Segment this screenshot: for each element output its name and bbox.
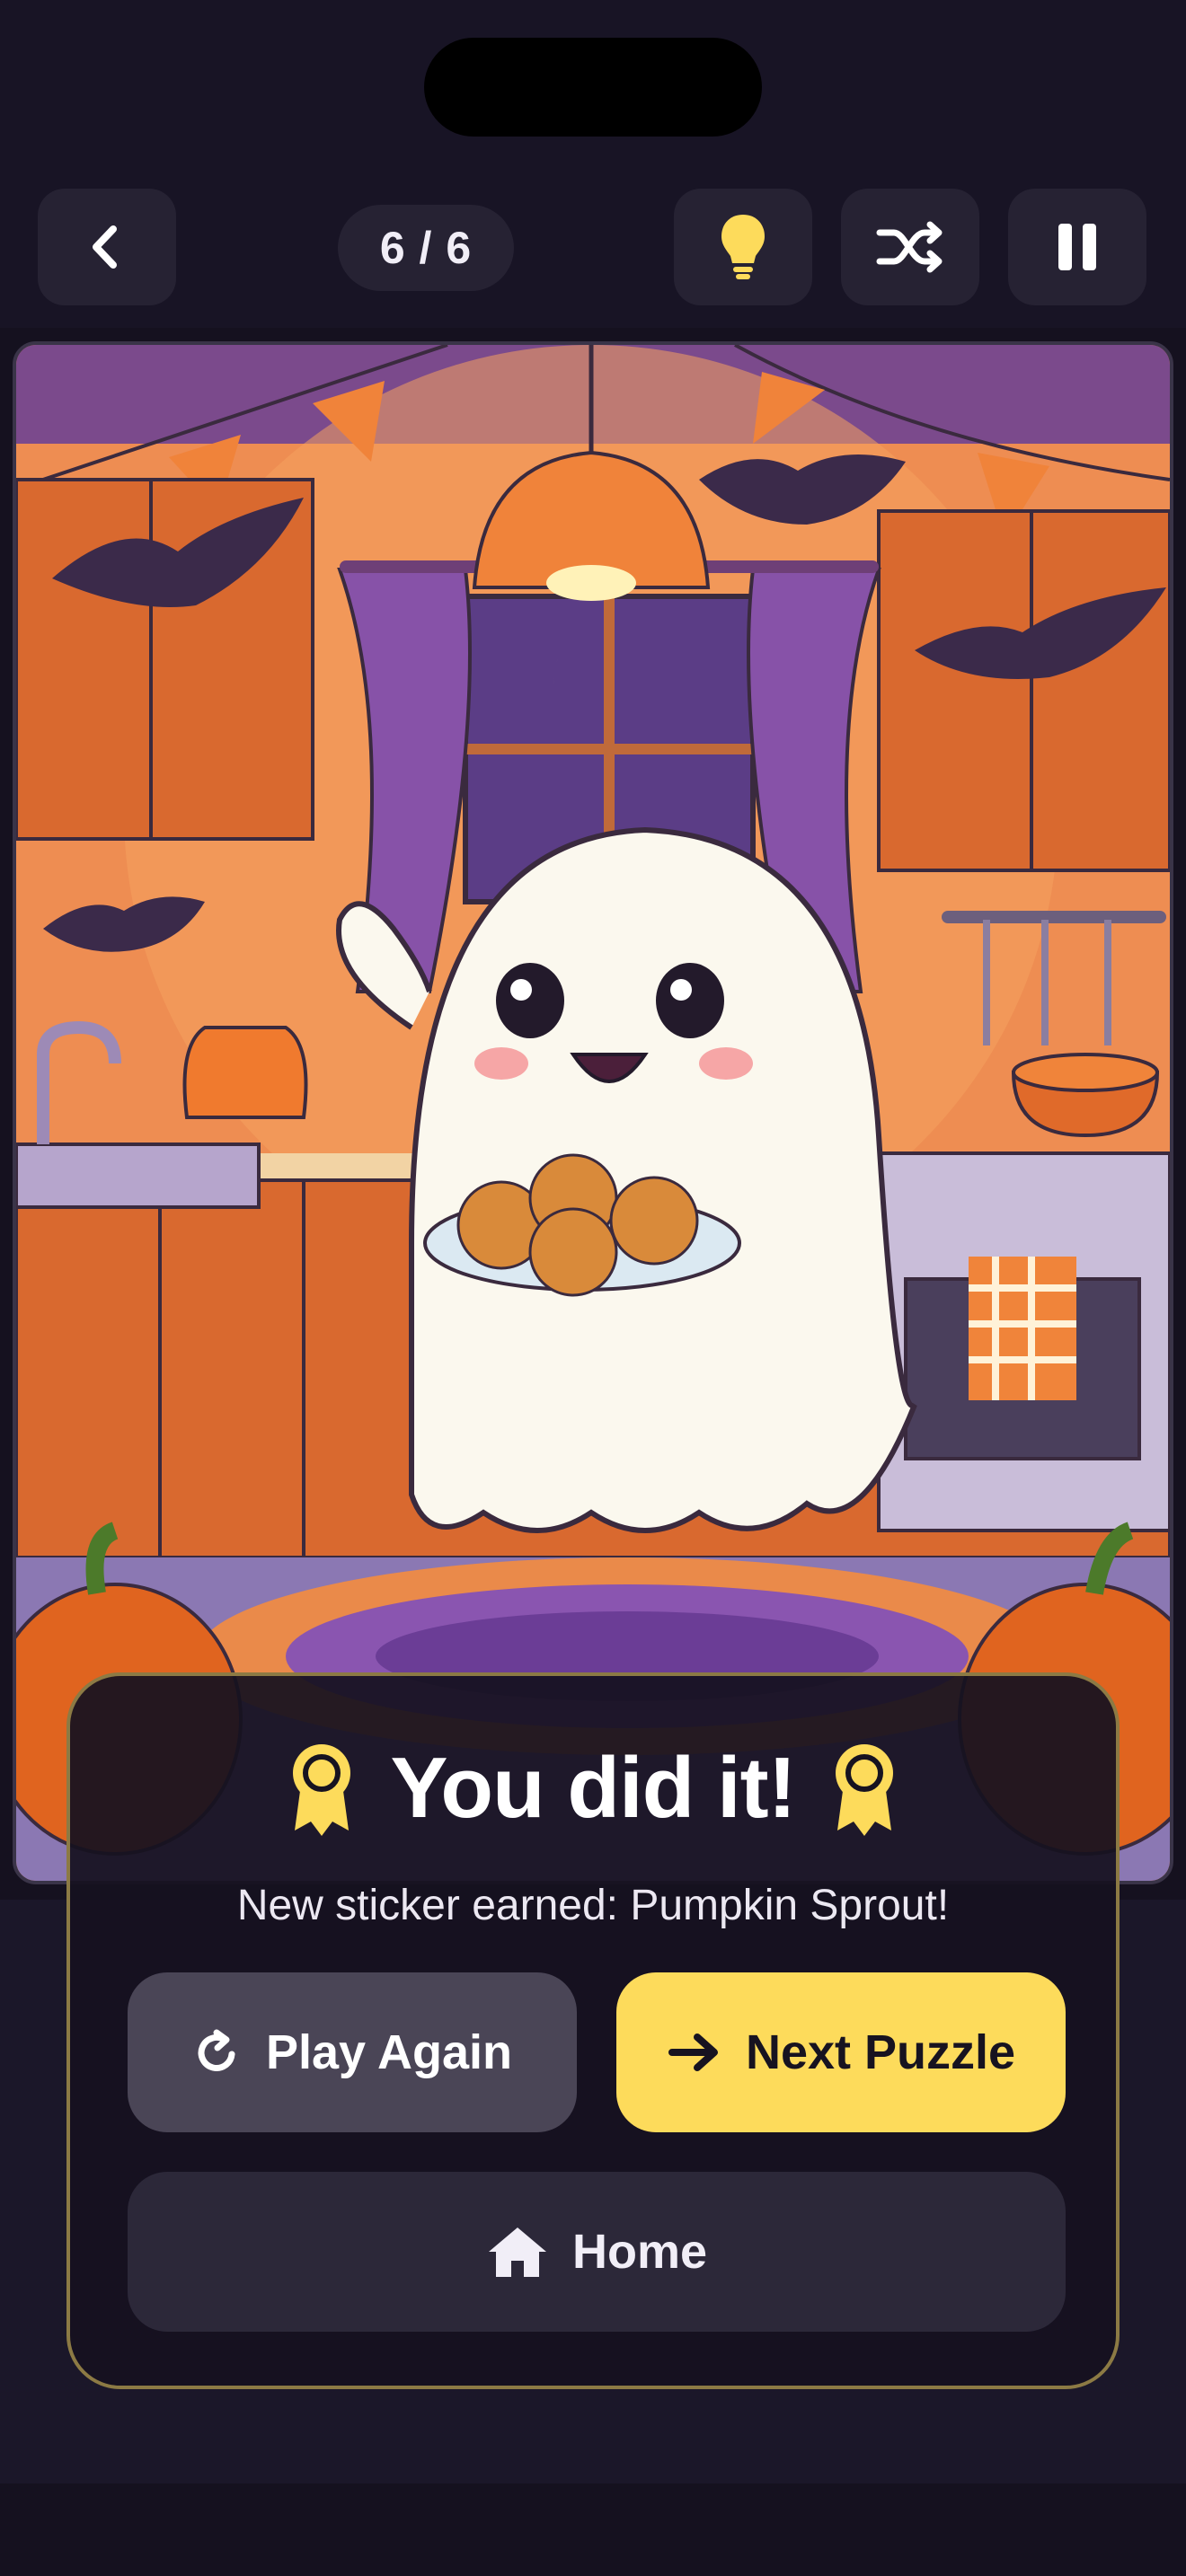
- home-button[interactable]: Home: [128, 2172, 1066, 2332]
- dynamic-island: [424, 38, 762, 137]
- modal-subtitle: New sticker earned: Pumpkin Sprout!: [236, 1882, 950, 1929]
- shuffle-button[interactable]: [841, 189, 979, 305]
- pause-button[interactable]: [1008, 189, 1146, 305]
- home-indicator-area: [0, 2483, 1186, 2576]
- completion-modal: You did it! New sticker earned: Pumpkin …: [66, 1672, 1120, 2389]
- next-puzzle-label: Next Puzzle: [745, 2025, 1016, 2079]
- play-again-label: Play Again: [265, 2025, 513, 2079]
- shuffle-icon: [876, 221, 943, 273]
- home-label: Home: [571, 2225, 708, 2279]
- modal-title: You did it!: [390, 1740, 796, 1836]
- puzzle-image: [13, 341, 1173, 1884]
- award-ribbon-icon: [293, 1744, 351, 1836]
- puzzle-counter: 6 / 6: [338, 205, 514, 291]
- arrow-right-icon: [668, 2033, 718, 2071]
- top-bar: 6 / 6: [0, 0, 1186, 328]
- next-puzzle-button[interactable]: Next Puzzle: [616, 1972, 1066, 2132]
- play-again-button[interactable]: Play Again: [128, 1972, 577, 2132]
- modal-title-row: You did it!: [70, 1739, 1116, 1838]
- award-ribbon-icon: [835, 1744, 893, 1836]
- pause-icon: [1058, 224, 1096, 270]
- back-button[interactable]: [38, 189, 176, 305]
- restart-icon: [198, 2029, 235, 2071]
- chevron-left-icon: [93, 225, 117, 269]
- home-icon: [488, 2228, 546, 2277]
- hint-button[interactable]: [674, 189, 812, 305]
- lightbulb-icon: [721, 215, 765, 279]
